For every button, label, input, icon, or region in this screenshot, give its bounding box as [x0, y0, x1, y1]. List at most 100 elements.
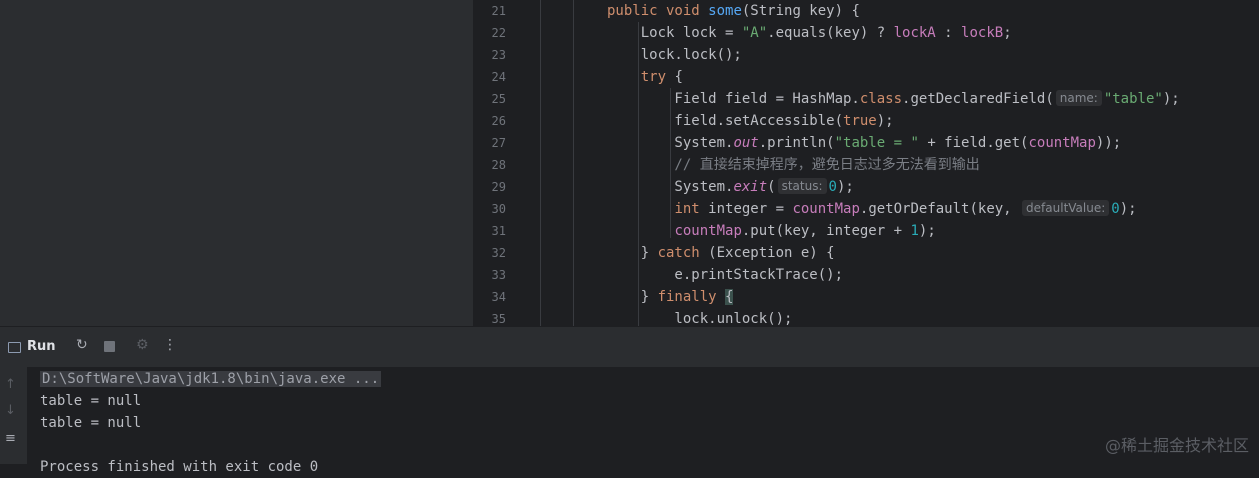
code-line: public void some(String key) {: [607, 0, 860, 22]
code-token: "table": [1103, 91, 1163, 107]
line-number: 26: [491, 114, 506, 128]
code-line: System.exit(status: 0);: [607, 176, 854, 198]
more-icon[interactable]: ⋮: [163, 337, 177, 353]
console-output-line: table = null: [40, 415, 142, 431]
code-token: .put(key, integer +: [741, 223, 911, 239]
code-token: integer =: [699, 201, 793, 217]
top-area: 21 22 23 24 25 26 27 28 29 30 31 32 33 34 35 public vo…: [0, 0, 1259, 326]
stop-icon[interactable]: [104, 341, 115, 352]
line-number: 25: [491, 92, 506, 106]
code-token: catch: [657, 245, 700, 261]
code-token: :: [935, 25, 962, 41]
console-exit-line: Process finished with exit code 0: [40, 459, 319, 475]
code-line: } finally {: [607, 286, 734, 308]
code-token: System.: [607, 135, 734, 151]
console-output-line: table = null: [40, 393, 142, 409]
code-token: lock.unlock();: [607, 311, 793, 326]
console-sidebar: ↑ ↓ ≡: [0, 367, 27, 464]
code-token: countMap: [1028, 135, 1096, 151]
run-console[interactable]: ↑ ↓ ≡ D:\SoftWare\Java\jdk1.8\bin\java.e…: [0, 367, 1259, 475]
code-line: // 直接结束掉程序，避免日志过多无法看到输出: [607, 154, 980, 176]
code-token: System.: [607, 179, 734, 195]
line-number: 30: [491, 202, 506, 216]
code-token: // 直接结束掉程序，避免日志过多无法看到输出: [607, 157, 980, 173]
code-token: (: [767, 179, 776, 195]
code-token: public void: [607, 3, 709, 19]
line-number: 28: [491, 158, 506, 172]
code-token: .equals(key) ?: [767, 25, 894, 41]
code-token: (Exception e) {: [699, 245, 835, 261]
line-number: 35: [491, 312, 506, 326]
code-token: field.setAccessible(: [607, 113, 844, 129]
code-token: ));: [1095, 135, 1122, 151]
code-token: finally: [657, 289, 717, 305]
line-number: 31: [491, 224, 506, 238]
code-token: );: [836, 179, 854, 195]
line-number: 32: [491, 246, 506, 260]
code-line: countMap.put(key, integer + 1);: [607, 220, 936, 242]
run-window-icon: [8, 342, 21, 353]
run-tool-window-header: Run ↻ ⚙ ⋮: [0, 326, 1259, 368]
code-line: field.setAccessible(true);: [607, 110, 894, 132]
watermark: @稀土掘金技术社区: [1104, 436, 1249, 455]
run-tab-title[interactable]: Run: [27, 339, 56, 354]
code-line: e.printStackTrace();: [607, 264, 843, 286]
code-line: try {: [607, 66, 683, 88]
code-line: lock.lock();: [607, 44, 742, 66]
code-token: }: [607, 245, 658, 261]
code-token: Lock lock =: [607, 25, 742, 41]
code-token: 1: [910, 223, 919, 239]
parameter-hint: name:: [1055, 90, 1102, 106]
code-token: }: [607, 289, 658, 305]
code-token: (String key) {: [741, 3, 860, 19]
project-pane: [0, 0, 473, 326]
console-command[interactable]: D:\SoftWare\Java\jdk1.8\bin\java.exe ...: [40, 371, 382, 387]
rerun-icon[interactable]: ↻: [76, 337, 88, 353]
code-token: some: [708, 3, 742, 19]
parameter-hint: defaultValue:: [1022, 200, 1110, 216]
code-line: System.out.println("table = " + field.ge…: [607, 132, 1121, 154]
code-token: );: [918, 223, 936, 239]
code-token: ;: [1003, 25, 1012, 41]
code-token: .getDeclaredField(: [902, 91, 1054, 107]
indent-guide: [573, 0, 574, 326]
code-token: lock.lock();: [607, 47, 742, 63]
console-command-line: D:\SoftWare\Java\jdk1.8\bin\java.exe ...: [40, 368, 382, 390]
scroll-down-icon[interactable]: ↓: [5, 403, 16, 418]
line-number-gutter: 21 22 23 24 25 26 27 28 29 30 31 32 33 34 35: [474, 0, 538, 326]
code-token: .getOrDefault(key,: [859, 201, 1021, 217]
code-token: true: [843, 113, 877, 129]
code-token: 0: [828, 179, 837, 195]
code-token: .println(: [758, 135, 835, 151]
code-line: } catch (Exception e) {: [607, 242, 835, 264]
code-editor[interactable]: 21 22 23 24 25 26 27 28 29 30 31 32 33 34 35 public vo…: [474, 0, 1259, 326]
code-token: countMap: [792, 201, 860, 217]
code-token: Field field = HashMap.: [607, 91, 860, 107]
code-token: int: [674, 201, 700, 217]
code-token: try: [640, 69, 667, 85]
parameter-hint: status:: [777, 178, 827, 194]
code-line: int integer = countMap.getOrDefault(key,…: [607, 198, 1137, 220]
code-token: e.printStackTrace();: [607, 267, 844, 283]
code-token: class: [859, 91, 903, 107]
code-token: out: [733, 135, 759, 151]
debug-icon[interactable]: ⚙: [136, 337, 149, 353]
line-number: 23: [491, 48, 506, 62]
line-number: 27: [491, 136, 506, 150]
code-token: exit: [733, 179, 768, 195]
code-token: lockA: [893, 25, 936, 41]
code-line: Lock lock = "A".equals(key) ? lockA : lo…: [607, 22, 1012, 44]
code-token: lockB: [961, 25, 1004, 41]
line-number: 22: [491, 26, 506, 40]
soft-wrap-icon[interactable]: ≡: [5, 431, 16, 446]
code-token: );: [876, 113, 894, 129]
scroll-up-icon[interactable]: ↑: [5, 377, 16, 392]
code-token: + field.get(: [918, 135, 1029, 151]
line-number: 29: [491, 180, 506, 194]
code-token: countMap: [674, 223, 742, 239]
code-line: lock.unlock();: [607, 308, 792, 326]
